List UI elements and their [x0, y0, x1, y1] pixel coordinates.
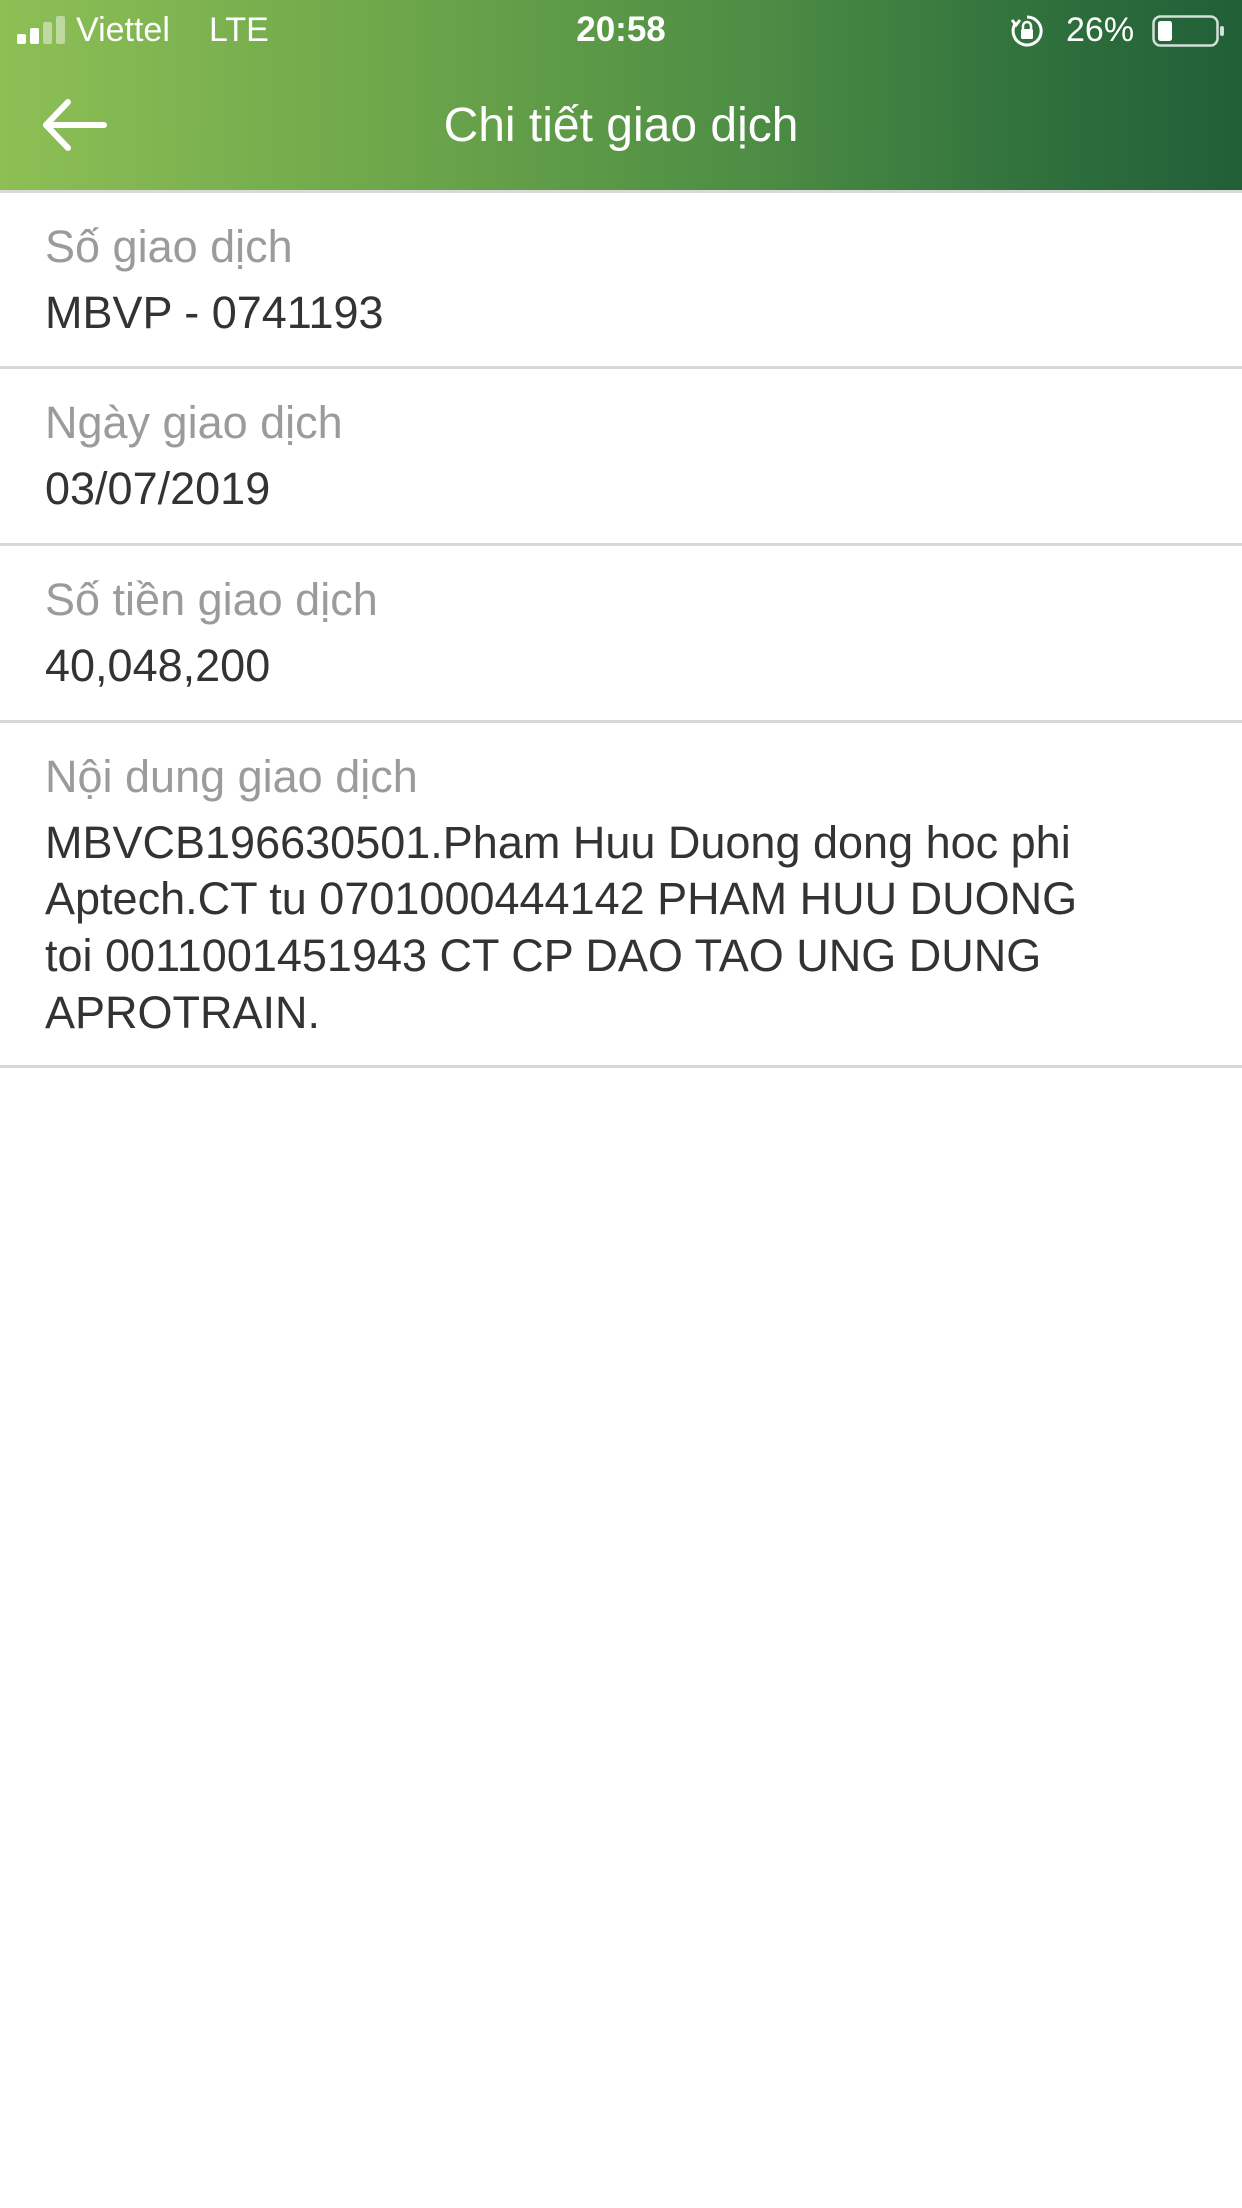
transaction-date-label: Ngày giao dịch — [45, 397, 343, 448]
transaction-content-line: Aptech.CT tu 0701000444142 PHAM HUU DUON… — [45, 873, 1078, 924]
battery-icon — [1152, 15, 1224, 47]
transaction-amount-label: Số tiền giao dịch — [45, 574, 378, 625]
transaction-content-row: Nội dung giao dịch MBVCB196630501.Pham H… — [0, 723, 1242, 1068]
transaction-number-value: MBVP - 0741193 — [45, 287, 384, 338]
transaction-detail-screen: Viettel LTE 20:58 26% Chi tiết giao dịch… — [0, 0, 1242, 2208]
status-time: 20:58 — [576, 10, 666, 49]
transaction-amount-row: Số tiền giao dịch 40,048,200 — [0, 546, 1242, 723]
page-title: Chi tiết giao dịch — [443, 99, 799, 152]
battery-percentage: 26% — [1066, 11, 1135, 49]
header-bar: Viettel LTE 20:58 26% Chi tiết giao dịch — [0, 0, 1242, 193]
rotation-lock-icon — [1010, 15, 1043, 47]
transaction-content-line: toi 0011001451943 CT CP DAO TAO UNG DUNG — [45, 930, 1042, 981]
transaction-content-line: APROTRAIN. — [45, 987, 321, 1038]
transaction-number-row: Số giao dịch MBVP - 0741193 — [0, 193, 1242, 369]
transaction-content-label: Nội dung giao dịch — [45, 751, 418, 802]
transaction-amount-value: 40,048,200 — [45, 640, 271, 691]
transaction-date-value: 03/07/2019 — [45, 463, 271, 514]
transaction-number-label: Số giao dịch — [45, 221, 293, 272]
status-bar: Viettel LTE 20:58 26% — [0, 0, 1242, 60]
transaction-content-line: MBVCB196630501.Pham Huu Duong dong hoc p… — [45, 817, 1071, 868]
transaction-date-row: Ngày giao dịch 03/07/2019 — [0, 369, 1242, 546]
